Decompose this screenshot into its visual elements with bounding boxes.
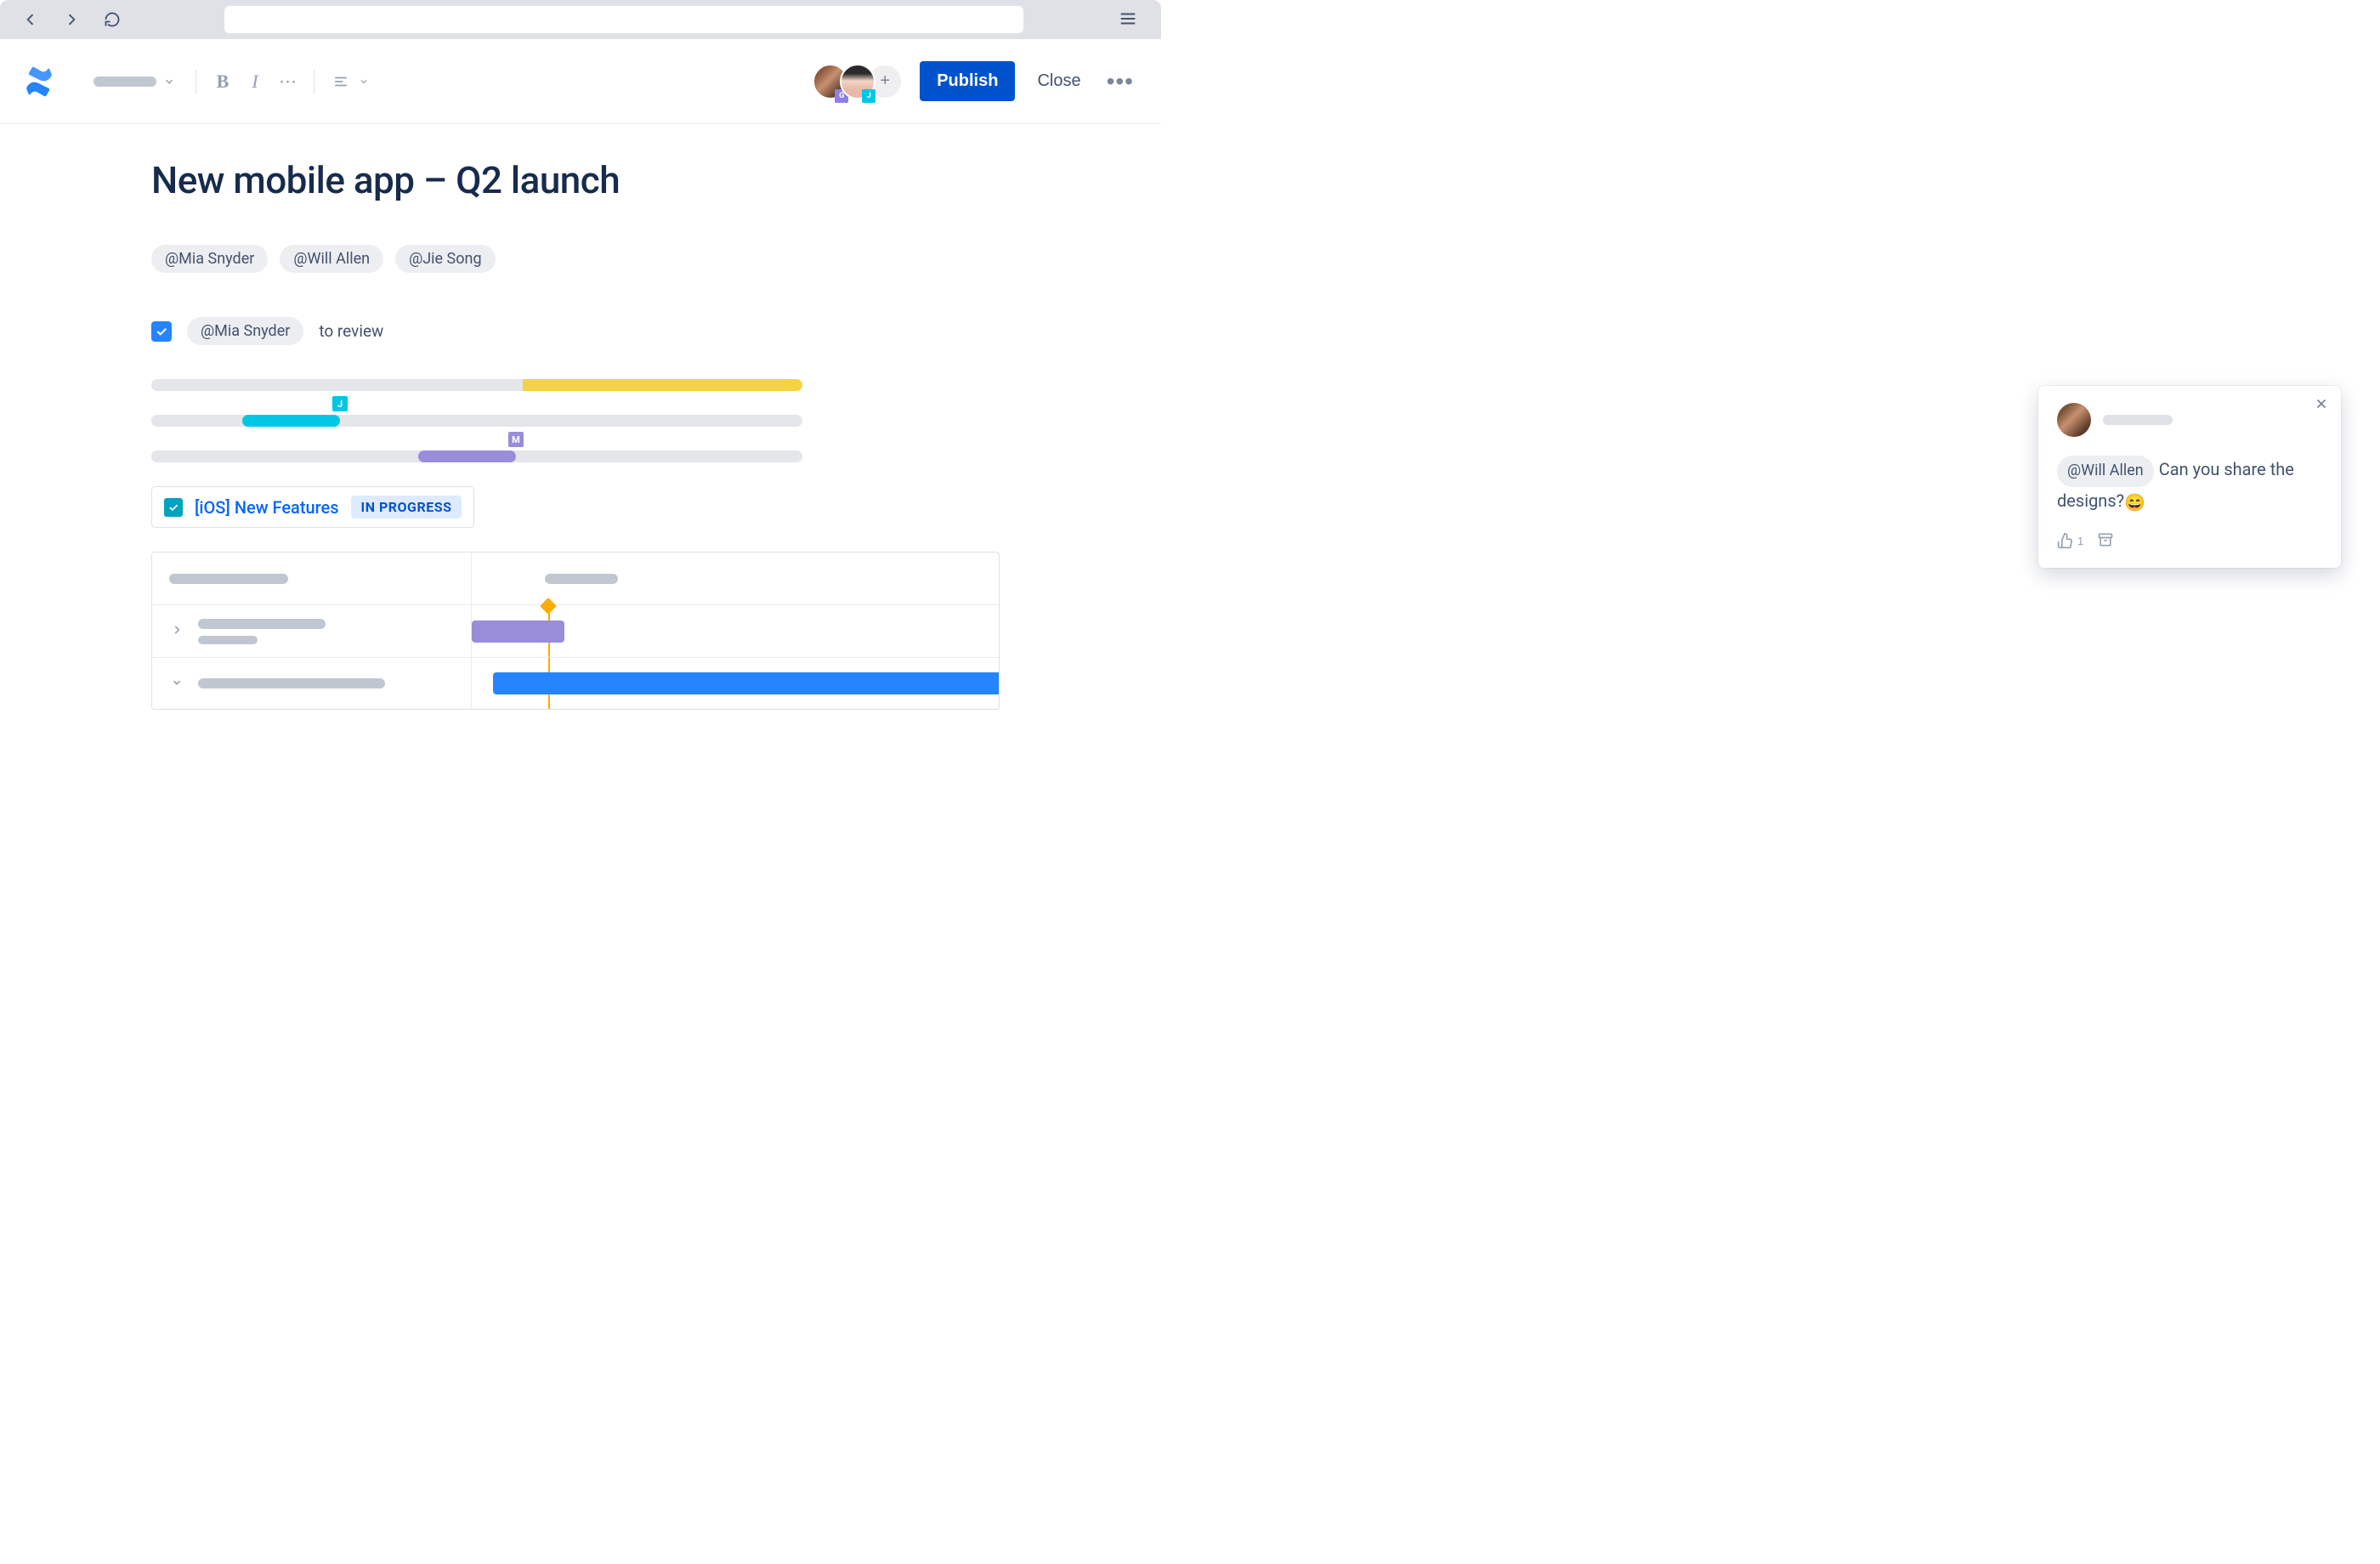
reload-button[interactable] — [99, 6, 126, 33]
editor-toolbar: B I ··· G J + Publish Close ••• — [0, 39, 1161, 124]
progress-bar: M — [151, 450, 802, 462]
mentions-row: @Mia Snyder @Will Allen @Jie Song — [151, 245, 1161, 273]
status-badge: IN PROGRESS — [351, 496, 462, 518]
browser-chrome — [0, 0, 1161, 39]
task-type-icon — [164, 498, 183, 517]
comment-author-placeholder — [2103, 415, 2173, 425]
page-title[interactable]: New mobile app – Q2 launch — [151, 158, 1161, 202]
progress-bar: J — [151, 415, 802, 427]
gantt-timeline-label — [545, 574, 618, 584]
progress-fill — [523, 379, 802, 391]
format-group: B I ··· — [208, 67, 302, 96]
gantt-header-label — [169, 574, 288, 584]
page-content: New mobile app – Q2 launch @Mia Snyder @… — [0, 124, 1161, 710]
more-formatting-button[interactable]: ··· — [273, 67, 302, 96]
jira-issue-title: [iOS] New Features — [195, 497, 339, 518]
align-button[interactable] — [326, 67, 355, 96]
task-checkbox[interactable] — [151, 321, 172, 342]
mention-chip[interactable]: @Will Allen — [280, 245, 383, 273]
comment-popover: @Will AllenCan you share the designs?😄 1 — [2038, 386, 2341, 568]
back-button[interactable] — [17, 6, 44, 33]
toolbar-right: G J + Publish Close ••• — [813, 61, 1137, 101]
browser-menu-button[interactable] — [1112, 3, 1144, 37]
gantt-bar[interactable] — [472, 620, 564, 643]
gantt-task-row[interactable] — [152, 605, 999, 658]
user-marker: J — [332, 396, 348, 411]
like-button[interactable]: 1 — [2057, 532, 2083, 549]
avatar-badge: J — [862, 89, 876, 103]
comment-body[interactable]: @Will AllenCan you share the designs?😄 — [2057, 456, 2322, 516]
chevron-down-icon — [359, 76, 369, 87]
bold-button[interactable]: B — [208, 67, 237, 96]
publish-button[interactable]: Publish — [920, 61, 1015, 101]
gantt-chart — [151, 552, 1000, 710]
url-input[interactable] — [224, 6, 1023, 33]
presence-avatars: G J + — [813, 64, 903, 99]
gantt-task-sublabel — [198, 636, 258, 644]
jira-issue-card[interactable]: [iOS] New Features IN PROGRESS — [151, 486, 474, 528]
forward-button[interactable] — [58, 6, 85, 33]
avatar[interactable] — [2057, 403, 2091, 437]
avatar[interactable]: J — [840, 64, 876, 99]
resolve-button[interactable] — [2097, 531, 2114, 551]
emoji-icon: 😄 — [2124, 492, 2145, 513]
align-group — [326, 67, 369, 96]
gantt-header-row — [152, 552, 999, 605]
progress-bars: J M — [151, 379, 802, 462]
gantt-task-label — [198, 619, 326, 629]
confluence-logo-icon — [24, 66, 54, 97]
collapse-icon[interactable] — [169, 674, 184, 694]
progress-fill — [418, 450, 516, 462]
expand-icon[interactable] — [169, 621, 184, 641]
gantt-task-label — [198, 678, 385, 688]
mention-chip[interactable]: @Mia Snyder — [187, 317, 303, 345]
user-marker: M — [508, 432, 524, 447]
mention-chip[interactable]: @Jie Song — [395, 245, 495, 273]
progress-fill — [242, 415, 340, 427]
gantt-task-row[interactable] — [152, 658, 999, 709]
comment-actions: 1 — [2057, 531, 2322, 551]
italic-button[interactable]: I — [241, 67, 269, 96]
close-button[interactable]: Close — [1032, 63, 1085, 99]
mention-chip[interactable]: @Mia Snyder — [151, 245, 268, 273]
progress-bar — [151, 379, 802, 391]
gantt-bar[interactable] — [493, 672, 999, 694]
text-style-dropdown[interactable] — [85, 71, 184, 93]
text-style-placeholder — [94, 76, 156, 87]
close-icon[interactable] — [2314, 396, 2329, 416]
like-count: 1 — [2077, 535, 2083, 547]
task-item: @Mia Snyder to review — [151, 317, 1161, 345]
chevron-down-icon — [163, 76, 175, 88]
task-text[interactable]: to review — [319, 321, 383, 341]
mention-chip[interactable]: @Will Allen — [2057, 456, 2154, 487]
comment-header — [2057, 403, 2322, 437]
